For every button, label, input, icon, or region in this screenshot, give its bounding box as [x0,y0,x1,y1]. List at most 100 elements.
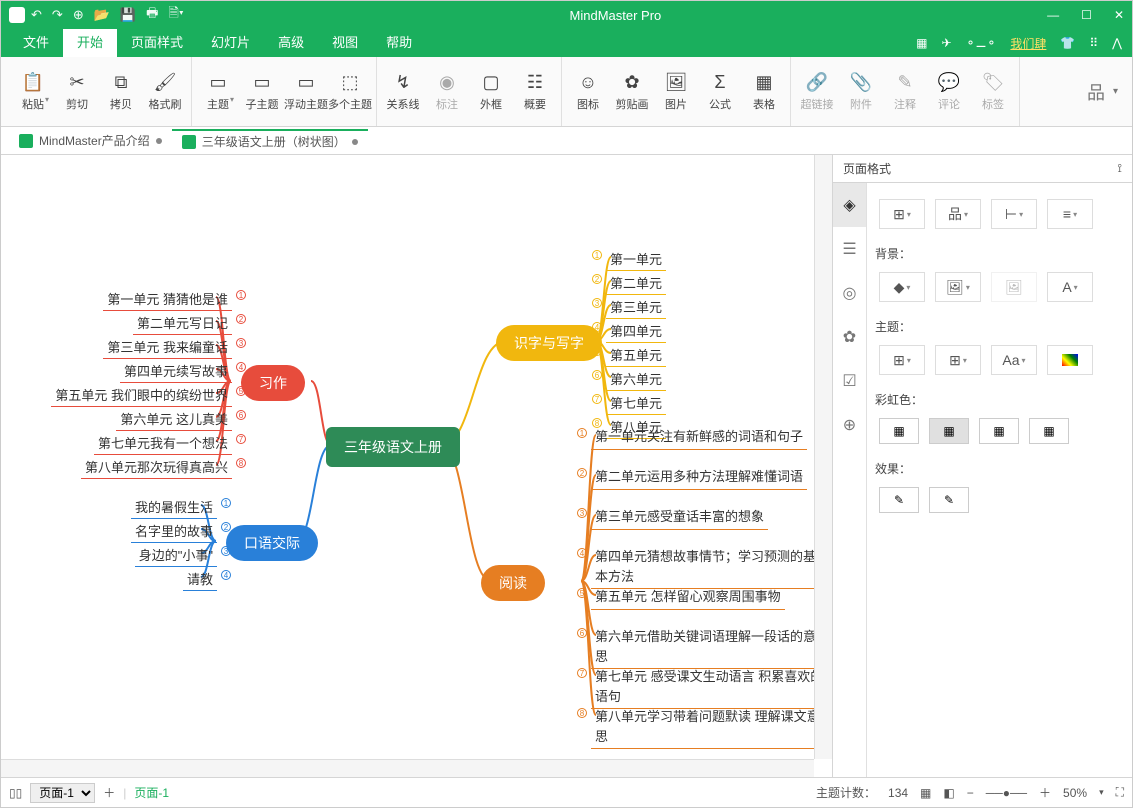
export-icon[interactable]: 🗎▾ [168,4,183,26]
layout-btn-1[interactable]: ⊞▾ [879,199,925,229]
ribbon-评论[interactable]: 💬评论 [927,62,971,122]
mindmap-center[interactable]: 三年级语文上册 [326,427,460,467]
effect-2[interactable]: ✎ [929,487,969,513]
watermark-btn[interactable]: A▾ [1047,272,1093,302]
menu-页面样式[interactable]: 页面样式 [117,29,197,57]
rp-tab-clipart[interactable]: ✿ [833,315,866,359]
open-icon[interactable]: 📂 [94,7,110,23]
doctab-三年级语文上册（树状图）[interactable]: 三年级语文上册（树状图） [172,129,368,153]
layout-btn-3[interactable]: ⊢▾ [991,199,1037,229]
leaf[interactable]: 5第五单元 怎样留心观察周围事物 [591,585,785,610]
leaf[interactable]: 1第一单元 [606,247,666,271]
ribbon-拷贝[interactable]: ⧉拷贝 [99,62,143,122]
menu-开始[interactable]: 开始 [63,29,117,57]
zoom-in-icon[interactable]: ＋ [1039,784,1051,801]
layout-btn-4[interactable]: ≡▾ [1047,199,1093,229]
bg-remove-btn[interactable]: 🖼 [991,272,1037,302]
new-icon[interactable]: ⊕ [73,7,84,23]
ribbon-剪贴画[interactable]: ✿剪贴画 [610,62,654,122]
canvas[interactable]: 三年级语文上册习作1第一单元 猜猜他是谁2第二单元写日记3第三单元 我来编童话4… [1,155,832,777]
leaf[interactable]: 3身边的"小事" [135,543,217,567]
scrollbar-horizontal[interactable] [1,759,814,777]
ribbon-公式[interactable]: Σ公式 [698,62,742,122]
leaf[interactable]: 7第七单元我有一个想法 [94,431,232,455]
ribbon-注释[interactable]: ✎注释 [883,62,927,122]
rp-tab-outline[interactable]: ☰ [833,227,866,271]
font-btn[interactable]: Aa▾ [991,345,1037,375]
leaf[interactable]: 4第四单元 [606,319,666,343]
rp-tab-history[interactable]: ⊕ [833,403,866,447]
ribbon-附件[interactable]: 📎附件 [839,62,883,122]
rainbow-1[interactable]: ▦ [879,418,919,444]
undo-icon[interactable]: ↶ [31,7,42,23]
ribbon-表格[interactable]: ▦表格 [742,62,786,122]
leaf[interactable]: 1第一单元 猜猜他是谁 [103,287,232,311]
zoom-slider[interactable]: ──●── [986,786,1027,800]
ribbon-图片[interactable]: 🖼图片 [654,62,698,122]
menu-高级[interactable]: 高级 [264,29,318,57]
ribbon-标签[interactable]: 🏷标签 [971,62,1015,122]
shirt-icon[interactable]: 👕 [1060,36,1075,50]
leaf[interactable]: 2第二单元运用多种方法理解难懂词语 [591,465,807,490]
branch-识字与写字[interactable]: 识字与写字 [496,325,602,361]
save-icon[interactable]: 💾 [120,7,136,23]
rp-tab-format[interactable]: ◈ [833,183,866,227]
leaf[interactable]: 6第六单元 这儿真美 [116,407,232,431]
redo-icon[interactable]: ↷ [52,7,63,23]
leaf[interactable]: 4请教 [183,567,217,591]
leaf[interactable]: 1我的暑假生活 [131,495,217,519]
branch-阅读[interactable]: 阅读 [481,565,545,601]
ribbon-外框[interactable]: ▢外框 [469,62,513,122]
fit-icon[interactable]: ⛶ [1116,785,1124,800]
close-icon[interactable]: ✕ [1114,8,1124,22]
leaf[interactable]: 3第三单元 [606,295,666,319]
leaf[interactable]: 5第五单元 [606,343,666,367]
rainbow-2[interactable]: ▦ [929,418,969,444]
send-icon[interactable]: ✈ [941,36,951,50]
sb-pages-icon[interactable]: ▯▯ [9,786,22,800]
leaf[interactable]: 6第六单元借助关键词语理解一段话的意思 [591,625,832,669]
print-icon[interactable]: 🖶 [146,4,158,26]
sb-icon-1[interactable]: ▦ [920,786,931,800]
doctab-MindMaster产品介绍[interactable]: MindMaster产品介绍 [9,129,172,153]
ribbon-格式刷[interactable]: 🖌格式刷 [143,62,187,122]
leaf[interactable]: 7第七单元 感受课文生动语言 积累喜欢的语句 [591,665,832,709]
share-icon[interactable]: ⚬⚊⚬ [966,36,997,50]
ribbon-浮动主题[interactable]: ▭浮动主题 [284,62,328,122]
ribbon-剪切[interactable]: ✂剪切 [55,62,99,122]
pin-icon[interactable]: ⟟ [1118,161,1122,176]
menu-视图[interactable]: 视图 [318,29,372,57]
branch-习作[interactable]: 习作 [241,365,305,401]
menu-帮助[interactable]: 帮助 [372,29,426,57]
ribbon-图标[interactable]: ☺图标 [566,62,610,122]
theme-btn-1[interactable]: ⊞▾ [879,345,925,375]
ribbon-主题[interactable]: ▭主题▾ [196,62,240,122]
minimize-icon[interactable]: — [1047,8,1059,22]
ribbon-概要[interactable]: ☷概要 [513,62,557,122]
leaf[interactable]: 4第四单元续写故事 [120,359,232,383]
zoom-out-icon[interactable]: − [967,786,974,800]
bg-image-btn[interactable]: 🖼▾ [935,272,981,302]
effect-1[interactable]: ✎ [879,487,919,513]
leaf[interactable]: 3第三单元感受童话丰富的想象 [591,505,768,530]
scrollbar-vertical[interactable] [814,155,832,759]
menu-幻灯片[interactable]: 幻灯片 [197,29,264,57]
leaf[interactable]: 3第三单元 我来编童话 [103,335,232,359]
rp-tab-icons[interactable]: ◎ [833,271,866,315]
theme-btn-2[interactable]: ⊞▾ [935,345,981,375]
leaf[interactable]: 4第四单元猜想故事情节；学习预测的基本方法 [591,545,832,589]
ribbon-more-icon[interactable]: ▾ [1113,86,1118,97]
leaf[interactable]: 2名字里的故事 [131,519,217,543]
layout-btn-2[interactable]: 品▾ [935,199,981,229]
sb-icon-2[interactable]: ◧ [943,786,954,800]
rainbow-4[interactable]: ▦ [1029,418,1069,444]
page-select[interactable]: 页面-1 [30,783,95,803]
leaf[interactable]: 8第八单元学习带着问题默读 理解课文意思 [591,705,832,749]
menu-文件[interactable]: 文件 [9,29,63,57]
apps-icon[interactable]: ⠿ [1089,36,1098,50]
user-link[interactable]: 我们肆 [1010,35,1046,52]
leaf[interactable]: 5第五单元 我们眼中的缤纷世界 [51,383,232,407]
ribbon-标注[interactable]: ◉标注 [425,62,469,122]
leaf[interactable]: 1第一单元关注有新鲜感的词语和句子 [591,425,807,450]
ribbon-子主题[interactable]: ▭子主题 [240,62,284,122]
